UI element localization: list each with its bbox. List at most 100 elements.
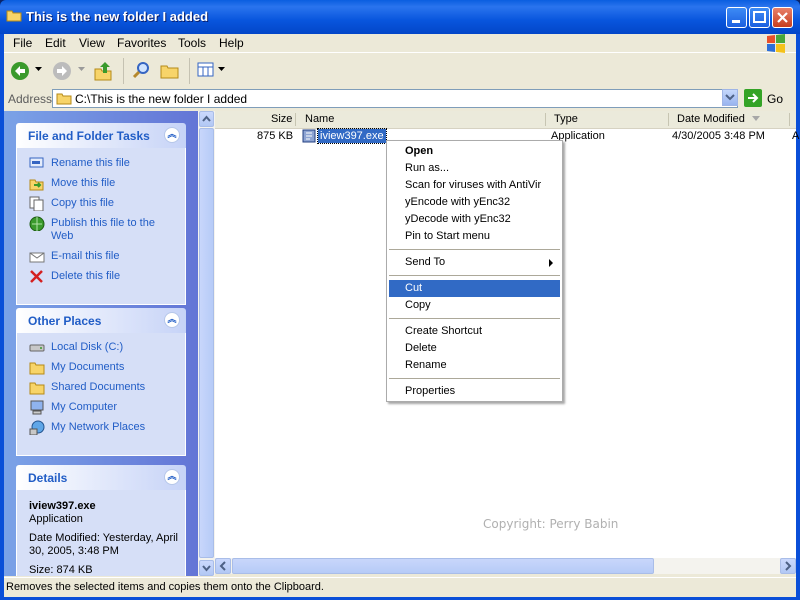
task-label: Copy this file (51, 197, 114, 209)
toolbar-separator (189, 58, 190, 84)
folder-icon (29, 362, 45, 375)
address-bar: Address C:\This is the new folder I adde… (4, 88, 796, 110)
ctx-separator (389, 275, 560, 276)
address-label: Address (8, 92, 53, 106)
task-publish-web[interactable]: Publish this file to the Web (17, 216, 179, 243)
menu-edit[interactable]: Edit (45, 36, 66, 50)
task-delete[interactable]: Delete this file (17, 270, 179, 283)
up-folder-button[interactable] (93, 60, 113, 82)
toolbar (4, 54, 796, 89)
place-my-network[interactable]: My Network Places (17, 420, 179, 435)
exe-file-icon (302, 129, 316, 143)
ctx-send-to[interactable]: Send To (389, 254, 560, 271)
file-tasks-header[interactable]: File and Folder Tasks ︽ (16, 123, 186, 148)
menu-bar: File Edit View Favorites Tools Help (4, 34, 796, 53)
back-dropdown-icon[interactable] (35, 67, 43, 73)
forward-button[interactable] (52, 61, 74, 81)
details-header[interactable]: Details ︽ (16, 465, 186, 490)
collapse-icon[interactable]: ︽ (164, 127, 180, 143)
place-shared-documents[interactable]: Shared Documents (17, 381, 179, 395)
scroll-up-button[interactable] (199, 111, 214, 127)
search-button[interactable] (132, 60, 152, 80)
submenu-arrow-icon (549, 259, 553, 267)
place-local-disk[interactable]: Local Disk (C:) (17, 341, 179, 354)
ctx-scan-viruses[interactable]: Scan for viruses with AntiVir (389, 177, 560, 194)
ctx-open[interactable]: Open (389, 143, 560, 160)
place-my-computer[interactable]: My Computer (17, 400, 179, 415)
details-filetype: Application (29, 513, 83, 525)
file-name[interactable]: iview397.exe (317, 128, 387, 144)
other-places-body: Local Disk (C:) My Documents Shared Docu… (16, 333, 186, 456)
task-label: Move this file (51, 177, 116, 189)
go-button[interactable] (744, 89, 762, 107)
address-dropdown-button[interactable] (722, 89, 738, 106)
file-date-modified: 4/30/2005 3:48 PM (672, 130, 765, 142)
title-bar[interactable]: This is the new folder I added (0, 0, 800, 34)
chevron-left-icon (219, 561, 226, 571)
forward-dropdown-icon[interactable] (78, 67, 86, 73)
maximize-button[interactable] (749, 7, 770, 28)
folders-button[interactable] (160, 61, 182, 81)
copyright-watermark: Copyright: Perry Babin (483, 517, 619, 531)
ctx-yencode[interactable]: yEncode with yEnc32 (389, 194, 560, 211)
menu-view[interactable]: View (79, 36, 105, 50)
horizontal-scroll-thumb[interactable] (232, 558, 654, 574)
details-body: iview397.exe Application Date Modified: … (16, 490, 186, 576)
back-button[interactable] (10, 61, 32, 81)
collapse-icon[interactable]: ︽ (164, 469, 180, 485)
toolbar-separator (123, 58, 124, 84)
ctx-ydecode[interactable]: yDecode with yEnc32 (389, 211, 560, 228)
ctx-copy[interactable]: Copy (389, 297, 560, 314)
place-my-documents[interactable]: My Documents (17, 361, 179, 375)
menu-tools[interactable]: Tools (178, 36, 206, 50)
collapse-icon[interactable]: ︽ (164, 312, 180, 328)
chevron-down-icon (202, 565, 211, 572)
task-move[interactable]: Move this file (17, 177, 179, 191)
scroll-right-button[interactable] (780, 558, 796, 574)
computer-icon (30, 400, 44, 415)
ctx-properties[interactable]: Properties (389, 383, 560, 400)
scroll-left-button[interactable] (215, 558, 231, 574)
ctx-cut[interactable]: Cut (389, 280, 560, 297)
go-label[interactable]: Go (767, 92, 783, 106)
menu-help[interactable]: Help (219, 36, 244, 50)
ctx-run-as[interactable]: Run as... (389, 160, 560, 177)
email-icon (29, 252, 45, 263)
close-button[interactable] (772, 7, 793, 28)
menu-file[interactable]: File (13, 36, 32, 50)
place-label: My Documents (51, 361, 125, 373)
drive-icon (29, 344, 45, 352)
maximize-icon (753, 11, 766, 23)
details-panel: Details ︽ iview397.exe Application Date … (16, 465, 186, 576)
ctx-rename[interactable]: Rename (389, 357, 560, 374)
other-places-panel: Other Places ︽ Local Disk (C:) My Docume… (16, 308, 186, 456)
views-button[interactable] (197, 62, 215, 78)
horizontal-scrollbar[interactable] (215, 558, 796, 574)
chevron-up-icon (202, 115, 211, 122)
ctx-create-shortcut[interactable]: Create Shortcut (389, 323, 560, 340)
place-label: Local Disk (C:) (51, 341, 124, 353)
context-menu: Open Run as... Scan for viruses with Ant… (386, 140, 563, 402)
status-text: Removes the selected items and copies th… (6, 581, 324, 593)
folder-icon (56, 93, 72, 105)
other-places-header[interactable]: Other Places ︽ (16, 308, 186, 333)
scroll-down-button[interactable] (199, 560, 214, 576)
task-pane-scroll-thumb[interactable] (199, 128, 214, 558)
task-copy[interactable]: Copy this file (17, 196, 179, 211)
publish-web-icon (29, 216, 45, 231)
ctx-delete[interactable]: Delete (389, 340, 560, 357)
file-size: 875 KB (257, 130, 294, 142)
move-icon (29, 179, 44, 191)
address-value: C:\This is the new folder I added (75, 92, 248, 106)
ctx-pin-start[interactable]: Pin to Start menu (389, 228, 560, 245)
minimize-icon (732, 20, 740, 23)
ctx-separator (389, 378, 560, 379)
close-icon (777, 12, 788, 23)
task-email[interactable]: E-mail this file (17, 250, 179, 263)
place-label: My Network Places (51, 421, 146, 433)
menu-favorites[interactable]: Favorites (117, 36, 166, 50)
views-dropdown-icon[interactable] (218, 67, 226, 73)
address-input[interactable]: C:\This is the new folder I added (52, 89, 738, 108)
minimize-button[interactable] (726, 7, 747, 28)
task-rename[interactable]: Rename this file (17, 157, 179, 170)
